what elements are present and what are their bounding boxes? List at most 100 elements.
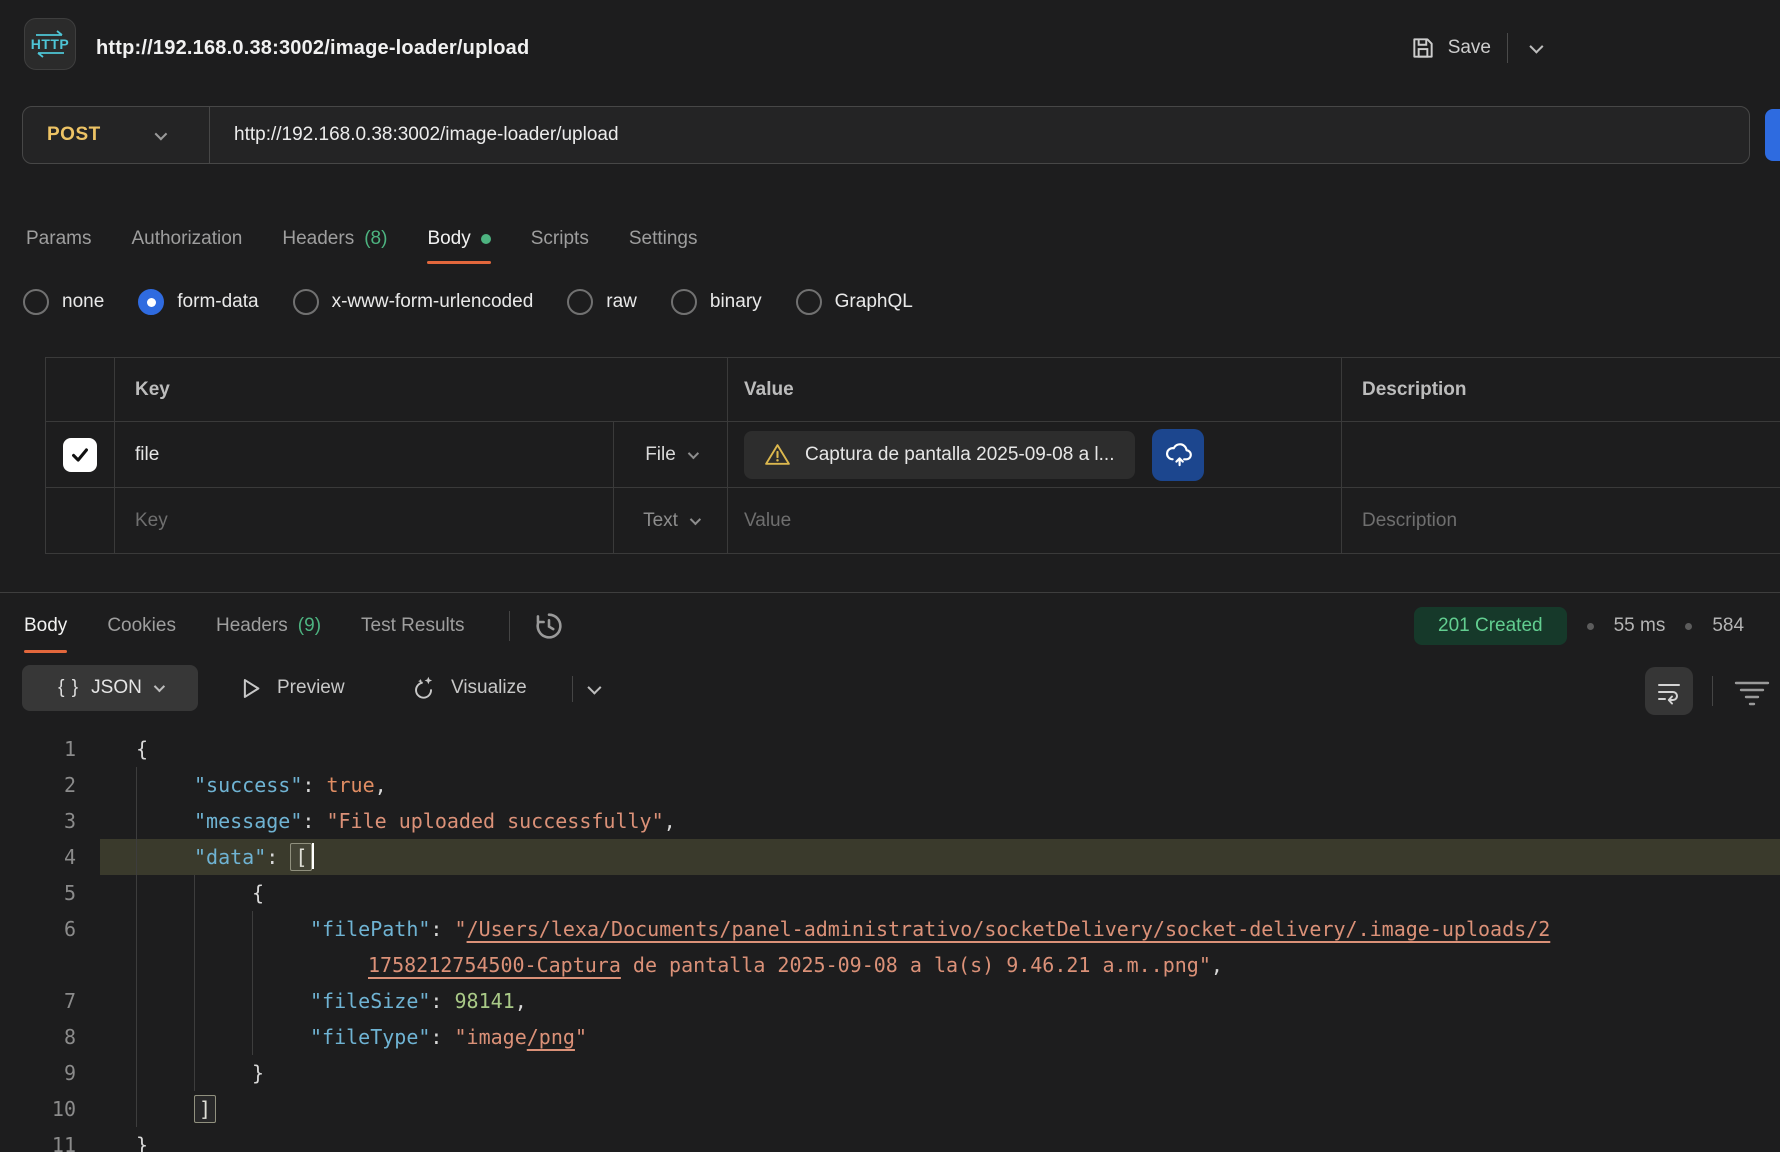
response-time: 55 ms (1614, 615, 1666, 637)
http-logo: HTTP (24, 18, 76, 70)
code-line-content[interactable]: "fileType": "image/png" (100, 1019, 1780, 1055)
tab-body[interactable]: Body (427, 216, 490, 262)
code-line: 1{ (0, 731, 1780, 767)
body-mode-form-data[interactable]: form-data (138, 289, 258, 315)
body-mode-binary[interactable]: binary (671, 289, 762, 315)
url-bar: POST http://192.168.0.38:3002/image-load… (22, 106, 1750, 164)
code-token: true (326, 773, 374, 797)
filter-lines-button[interactable] (1732, 678, 1772, 708)
response-history-button[interactable] (532, 609, 566, 643)
response-tab-test-results[interactable]: Test Results (361, 601, 464, 651)
table-row: file File Captura de pantalla 2025-09-08… (46, 422, 1780, 488)
status-badge: 201 Created (1414, 607, 1567, 645)
radio-label: binary (710, 291, 762, 313)
table-row-empty: Key Text Value Description (46, 488, 1780, 554)
play-icon (237, 675, 264, 702)
send-button[interactable] (1765, 109, 1780, 161)
response-tab-cookies[interactable]: Cookies (107, 601, 176, 651)
value-input[interactable]: Value (727, 488, 1341, 553)
file-path-link[interactable]: /Users/lexa/Documents/panel-administrati… (467, 917, 1551, 941)
code-line-content[interactable]: "data": [ (100, 839, 1780, 875)
code-token: } (252, 1061, 264, 1085)
indent-guide (252, 911, 310, 947)
key-input[interactable]: Key (114, 488, 613, 553)
code-token: "message" (194, 809, 302, 833)
code-line-content[interactable]: "filePath": "/Users/lexa/Documents/panel… (100, 911, 1780, 947)
tab-headers[interactable]: Headers(8) (282, 216, 387, 262)
code-line-content[interactable]: { (100, 875, 1780, 911)
code-line-content[interactable]: "message": "File uploaded successfully", (100, 803, 1780, 839)
tab-settings[interactable]: Settings (629, 216, 698, 262)
indent-guide (136, 839, 194, 875)
wrap-text-button[interactable] (1645, 667, 1693, 715)
selected-file-name: Captura de pantalla 2025-09-08 a l... (805, 444, 1115, 466)
save-options-chevron[interactable] (1524, 35, 1546, 62)
row-enabled-checkbox[interactable] (63, 438, 97, 472)
code-line-content[interactable]: { (100, 731, 1780, 767)
save-button[interactable]: Save (1410, 35, 1491, 61)
code-line-content[interactable]: "fileSize": 98141, (100, 983, 1780, 1019)
indent-guide (194, 983, 252, 1019)
indent-guide (194, 911, 252, 947)
code-token: "success" (194, 773, 302, 797)
code-line-content[interactable]: } (100, 1127, 1780, 1152)
description-input[interactable]: Description (1341, 488, 1780, 553)
indent-guide (136, 1091, 194, 1127)
file-path-link[interactable]: 1758212754500-Captura (368, 953, 621, 977)
upload-file-button[interactable] (1152, 429, 1204, 481)
indent-guide (252, 947, 310, 983)
response-tab-body[interactable]: Body (24, 601, 67, 651)
selected-file-chip[interactable]: Captura de pantalla 2025-09-08 a l... (744, 431, 1135, 479)
response-body-editor[interactable]: 1{2"success": true,3"message": "File upl… (0, 731, 1780, 1152)
key-input[interactable]: file (114, 422, 613, 487)
code-token: "data" (194, 845, 266, 869)
description-input[interactable] (1341, 422, 1780, 487)
cloud-upload-icon (1163, 440, 1193, 470)
request-title: http://192.168.0.38:3002/image-loader/up… (96, 0, 529, 96)
value-type-dropdown[interactable]: File (613, 422, 727, 487)
radio-label: none (62, 291, 104, 313)
code-line-content[interactable]: "success": true, (100, 767, 1780, 803)
chevron-down-icon (688, 447, 699, 458)
tab-params[interactable]: Params (26, 216, 91, 262)
tab-scripts[interactable]: Scripts (531, 216, 589, 262)
file-path-link[interactable]: /png (527, 1025, 575, 1049)
format-options-chevron[interactable] (588, 676, 598, 702)
radio-label: raw (606, 291, 637, 313)
method-label: POST (47, 124, 101, 146)
indent-guide (194, 947, 252, 983)
code-line: 3"message": "File uploaded successfully"… (0, 803, 1780, 839)
body-mode-none[interactable]: none (23, 289, 104, 315)
code-token: ] (194, 1095, 216, 1123)
response-format-dropdown[interactable]: { } JSON (22, 665, 198, 711)
response-meta: 201 Created 55 ms 584 (1414, 601, 1780, 651)
code-line-content[interactable]: 1758212754500-Captura de pantalla 2025-0… (100, 947, 1780, 983)
code-line-content[interactable]: ] (100, 1091, 1780, 1127)
code-token: " (455, 917, 467, 941)
code-token: "image (455, 1025, 527, 1049)
body-mode-x-www-form-urlencoded[interactable]: x-www-form-urlencoded (293, 289, 534, 315)
code-line: 4"data": [ (0, 839, 1780, 875)
preview-label: Preview (277, 677, 345, 699)
chevron-down-icon (587, 681, 601, 695)
value-type-dropdown[interactable]: Text (613, 488, 727, 553)
dot-separator (1587, 623, 1594, 630)
body-mode-graphql[interactable]: GraphQL (796, 289, 913, 315)
visualize-button[interactable]: Visualize (408, 665, 527, 711)
code-token: , (664, 809, 676, 833)
response-tabs: Body Cookies Headers(9) Test Results (24, 601, 566, 651)
body-mode-raw[interactable]: raw (567, 289, 637, 315)
indent-guide (136, 911, 194, 947)
method-dropdown[interactable]: POST (23, 124, 209, 146)
tab-authorization[interactable]: Authorization (131, 216, 242, 262)
pane-divider (0, 592, 1780, 593)
code-line-content[interactable]: } (100, 1055, 1780, 1091)
row-enabled-checkbox-empty[interactable] (46, 488, 114, 553)
indent-guide (136, 767, 194, 803)
chevron-down-icon (1529, 39, 1543, 53)
wrap-indent (310, 947, 368, 983)
preview-button[interactable]: Preview (237, 665, 345, 711)
response-tab-headers[interactable]: Headers(9) (216, 601, 321, 651)
url-input[interactable]: http://192.168.0.38:3002/image-loader/up… (210, 124, 1749, 146)
line-number: 1 (0, 731, 100, 767)
